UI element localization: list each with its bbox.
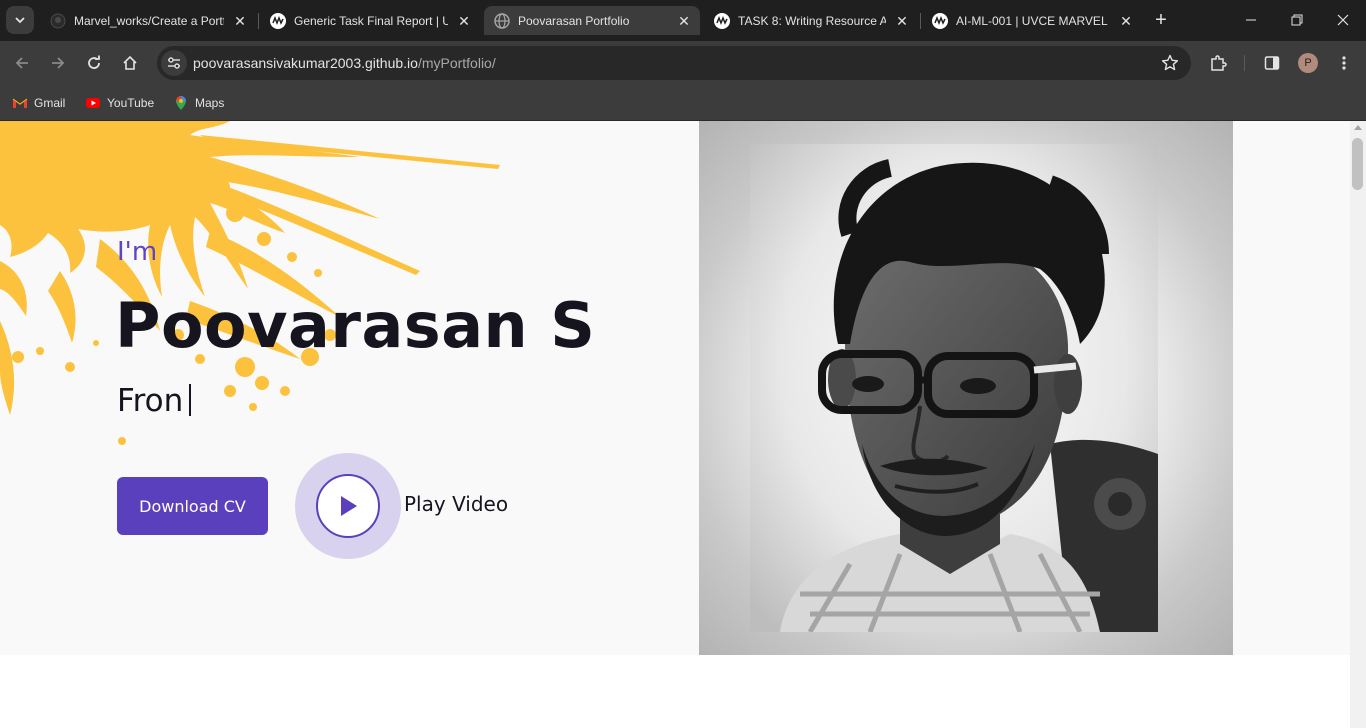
hero-section: I'm Poovarasan S Fron Download CV Play V… xyxy=(0,121,1350,655)
profile-photo-frame xyxy=(699,121,1233,655)
url-path: /myPortfolio/ xyxy=(417,55,496,71)
tab-task-8[interactable]: TASK 8: Writing Resource Articles ✕ xyxy=(704,6,918,35)
minimize-icon xyxy=(1246,19,1256,21)
bookmark-star-icon[interactable] xyxy=(1161,54,1179,72)
bookmark-label: Gmail xyxy=(34,96,66,110)
typed-role-text: Fron xyxy=(117,383,184,419)
side-panel-icon xyxy=(1264,56,1280,70)
close-icon[interactable]: ✕ xyxy=(894,13,910,29)
profile-photo xyxy=(750,144,1158,632)
url-text: poovarasansivakumar2003.github.io/myPort… xyxy=(193,55,496,71)
bookmark-youtube[interactable]: YouTube xyxy=(85,91,154,115)
tab-label: Marvel_works/Create a Portfolio xyxy=(74,13,224,28)
reload-button[interactable] xyxy=(80,49,108,77)
address-bar[interactable]: poovarasansivakumar2003.github.io/myPort… xyxy=(157,46,1191,80)
close-icon[interactable]: ✕ xyxy=(1118,13,1134,29)
tune-icon xyxy=(168,57,180,69)
download-cv-button[interactable]: Download CV xyxy=(117,477,268,535)
typed-role: Fron xyxy=(117,383,192,419)
tab-label: Generic Task Final Report | UVCE MARVEL xyxy=(294,13,448,28)
tab-search-button[interactable] xyxy=(6,6,34,34)
close-icon[interactable]: ✕ xyxy=(456,13,472,29)
tab-label: Poovarasan Portfolio xyxy=(518,13,630,28)
bookmark-gmail[interactable]: Gmail xyxy=(12,91,65,115)
tab-separator xyxy=(258,13,259,29)
github-icon xyxy=(50,13,66,28)
close-icon[interactable]: ✕ xyxy=(232,13,248,29)
play-video-button[interactable] xyxy=(316,474,380,538)
typing-cursor xyxy=(189,384,192,416)
close-icon[interactable]: ✕ xyxy=(676,13,692,29)
bookmark-label: Maps xyxy=(195,96,225,110)
avatar: P xyxy=(1298,53,1318,73)
extensions-button[interactable] xyxy=(1204,49,1232,77)
play-video-label[interactable]: Play Video xyxy=(404,492,508,516)
tab-generic-task-report[interactable]: Generic Task Final Report | UVCE MARVEL … xyxy=(260,6,480,35)
restore-button[interactable] xyxy=(1274,0,1320,40)
site-info-button[interactable] xyxy=(161,50,187,76)
home-button[interactable] xyxy=(116,49,144,77)
tab-separator xyxy=(920,13,921,29)
home-icon xyxy=(123,55,137,70)
tab-strip: Marvel_works/Create a Portfolio ✕ Generi… xyxy=(0,0,1366,41)
tab-label: TASK 8: Writing Resource Articles xyxy=(738,13,886,28)
reload-icon xyxy=(88,55,100,69)
back-button[interactable] xyxy=(8,49,36,77)
scroll-up-arrow-icon[interactable] xyxy=(1354,125,1362,130)
tab-poovarasan-portfolio[interactable]: Poovarasan Portfolio ✕ xyxy=(484,6,700,35)
marvel-icon xyxy=(932,12,948,29)
menu-button[interactable] xyxy=(1330,49,1358,77)
puzzle-icon xyxy=(1211,55,1227,71)
gmail-icon xyxy=(12,98,28,108)
bookmarks-bar: Gmail YouTube Maps xyxy=(0,85,1366,121)
toolbar-separator xyxy=(1244,55,1245,71)
more-vertical-icon xyxy=(1342,56,1346,70)
marvel-icon xyxy=(714,12,730,29)
youtube-icon xyxy=(86,98,100,108)
scrollbar-thumb[interactable] xyxy=(1352,138,1363,190)
arrow-left-icon xyxy=(15,57,28,69)
close-icon xyxy=(1337,14,1349,26)
page-viewport: I'm Poovarasan S Fron Download CV Play V… xyxy=(0,121,1350,728)
close-window-button[interactable] xyxy=(1320,0,1366,40)
minimize-button[interactable] xyxy=(1228,0,1274,40)
chevron-down-icon xyxy=(15,17,25,24)
url-host: poovarasansivakumar2003.github.io xyxy=(193,55,418,71)
browser-toolbar: poovarasansivakumar2003.github.io/myPort… xyxy=(0,41,1366,85)
new-tab-button[interactable]: + xyxy=(1150,9,1172,31)
marvel-icon xyxy=(270,12,286,29)
play-icon xyxy=(341,496,357,516)
forward-button[interactable] xyxy=(44,49,72,77)
maps-icon xyxy=(176,96,186,110)
tab-ai-ml-001[interactable]: AI-ML-001 | UVCE MARVEL ✕ xyxy=(922,6,1142,35)
hero-name: Poovarasan S xyxy=(115,289,596,362)
profile-button[interactable]: P xyxy=(1294,49,1322,77)
greeting-text: I'm xyxy=(117,237,158,267)
bookmark-label: YouTube xyxy=(107,96,155,110)
page-scrollbar[interactable] xyxy=(1350,121,1366,728)
arrow-right-icon xyxy=(52,57,65,69)
side-panel-button[interactable] xyxy=(1258,49,1286,77)
globe-icon xyxy=(494,12,510,29)
tab-marvel-works[interactable]: Marvel_works/Create a Portfolio ✕ xyxy=(40,6,256,35)
avatar-initial: P xyxy=(1304,57,1312,69)
tab-label: AI-ML-001 | UVCE MARVEL xyxy=(956,13,1108,28)
bookmark-maps[interactable]: Maps xyxy=(173,91,224,115)
restore-icon xyxy=(1291,14,1303,26)
